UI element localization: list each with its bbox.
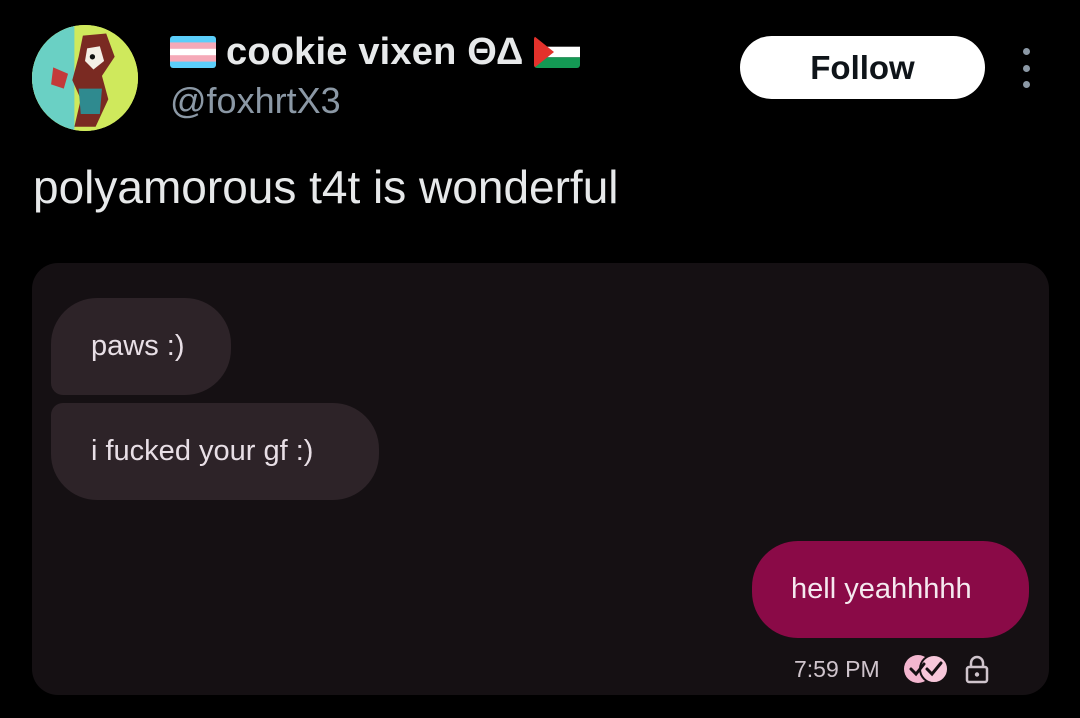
message-meta: 7:59 PM bbox=[794, 649, 990, 689]
follow-button[interactable]: Follow bbox=[740, 36, 985, 99]
author-display-name[interactable]: cookie vixen ΘΔ bbox=[226, 31, 524, 74]
message-bubble-incoming: i fucked your gf :) bbox=[51, 403, 379, 500]
palestine-flag-icon bbox=[533, 36, 580, 68]
more-vertical-icon[interactable] bbox=[1014, 48, 1038, 88]
more-dot bbox=[1022, 48, 1030, 55]
author-name-row: cookie vixen ΘΔ bbox=[170, 30, 580, 74]
message-bubble-incoming: paws :) bbox=[51, 298, 231, 395]
more-dot bbox=[1022, 81, 1030, 88]
message-text: paws :) bbox=[91, 330, 185, 362]
author-handle[interactable]: @foxhrtX3 bbox=[170, 80, 341, 122]
message-text: hell yeahhhhh bbox=[791, 573, 972, 605]
transgender-flag-icon bbox=[170, 36, 216, 68]
post-media-image[interactable]: paws :) i fucked your gf :) hell yeahhhh… bbox=[32, 263, 1049, 695]
message-bubble-outgoing: hell yeahhhhh bbox=[752, 541, 1029, 638]
post-text: polyamorous t4t is wonderful bbox=[33, 161, 619, 213]
message-text: i fucked your gf :) bbox=[91, 435, 314, 467]
lock-icon bbox=[965, 655, 988, 684]
message-timestamp: 7:59 PM bbox=[794, 655, 880, 682]
more-dot bbox=[1022, 64, 1030, 72]
fox-avatar-icon bbox=[32, 25, 138, 131]
read-receipt-icon bbox=[903, 654, 949, 684]
avatar[interactable] bbox=[32, 25, 138, 131]
